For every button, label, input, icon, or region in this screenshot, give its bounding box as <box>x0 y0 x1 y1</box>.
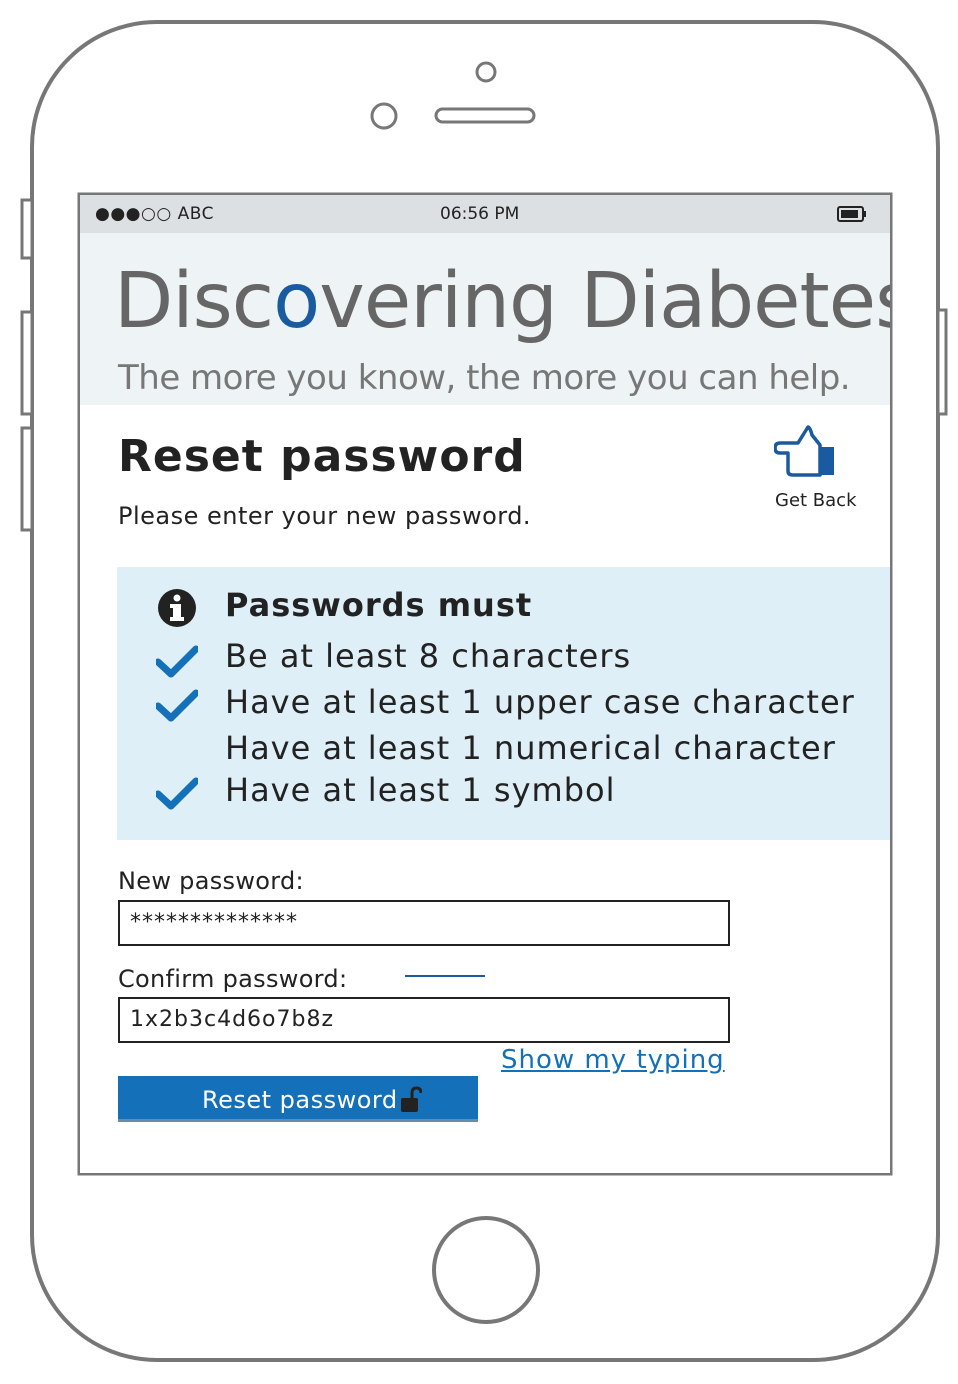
sensor-dot <box>475 61 497 83</box>
check-icon <box>156 777 198 810</box>
check-icon <box>156 645 198 678</box>
rule-item: Have at least 1 numerical character <box>225 729 836 767</box>
new-password-field[interactable]: ************** <box>118 900 730 946</box>
unlock-icon <box>401 1086 422 1112</box>
rules-heading: Passwords must <box>225 586 533 624</box>
carrier-signal: ●●●○○ ABC <box>95 204 214 224</box>
confirm-password-field[interactable]: 1x2b3c4d6o7b8z <box>118 997 730 1043</box>
status-bar: ●●●○○ ABC 06:56 PM <box>80 195 890 233</box>
home-button <box>432 1216 540 1324</box>
page-title: Reset password <box>118 431 526 482</box>
input-focus-indicator <box>405 975 485 977</box>
reset-password-button[interactable]: Reset password <box>118 1076 478 1122</box>
info-icon <box>158 589 196 627</box>
pointing-hand-icon <box>774 425 834 477</box>
rule-item: Have at least 1 symbol <box>225 771 616 809</box>
battery-icon <box>837 206 866 222</box>
speaker-grille <box>434 107 536 124</box>
reset-password-button-label: Reset password <box>202 1086 398 1114</box>
app-title: Discovering Diabetes <box>114 257 890 346</box>
front-camera <box>370 102 398 130</box>
page-subtitle: Please enter your new password. <box>118 502 532 530</box>
new-password-value: ************** <box>130 910 298 935</box>
new-password-label: New password: <box>118 867 304 895</box>
confirm-password-label: Confirm password: <box>118 965 348 993</box>
get-back-button[interactable]: Get Back <box>764 423 874 515</box>
get-back-label: Get Back <box>775 490 857 511</box>
rule-item: Be at least 8 characters <box>225 637 632 675</box>
show-typing-link[interactable]: Show my typing <box>501 1047 725 1073</box>
rule-item: Have at least 1 upper case character <box>225 683 855 721</box>
confirm-password-value: 1x2b3c4d6o7b8z <box>130 1007 334 1032</box>
check-icon <box>156 689 198 722</box>
password-rules-panel: Passwords must Be at least 8 characters … <box>117 567 890 840</box>
app-header: Discovering Diabetes The more you know, … <box>80 233 890 405</box>
phone-screen: ●●●○○ ABC 06:56 PM Discovering Diabetes … <box>80 195 890 1173</box>
app-title-accent-letter: o <box>273 257 320 346</box>
status-time: 06:56 PM <box>440 204 520 224</box>
app-tagline: The more you know, the more you can help… <box>118 358 851 398</box>
